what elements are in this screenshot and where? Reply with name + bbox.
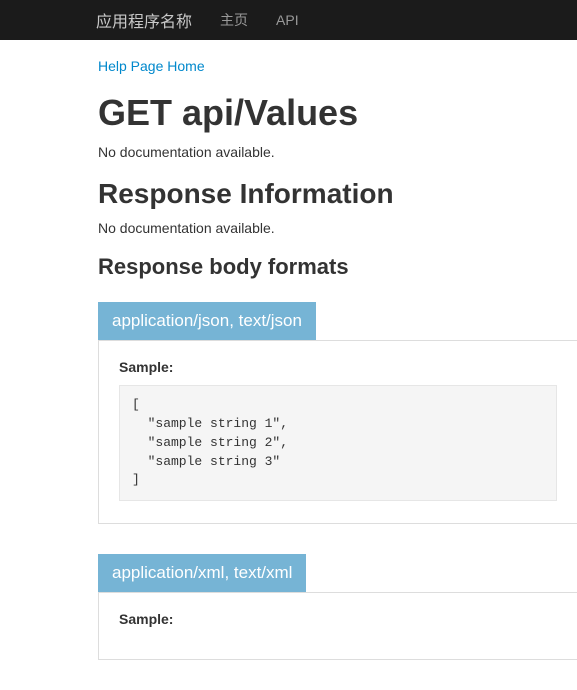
format-block-xml: application/xml, text/xml Sample:: [98, 554, 577, 660]
response-info-heading: Response Information: [98, 178, 577, 210]
format-body-json: Sample: [ "sample string 1", "sample str…: [98, 340, 577, 524]
page-title: GET api/Values: [98, 92, 577, 134]
sample-label: Sample:: [119, 611, 557, 627]
format-block-json: application/json, text/json Sample: [ "s…: [98, 302, 577, 524]
sample-label: Sample:: [119, 359, 557, 375]
breadcrumb-home-link[interactable]: Help Page Home: [98, 58, 205, 74]
page-description: No documentation available.: [98, 144, 577, 160]
body-formats-heading: Response body formats: [98, 254, 577, 280]
content: Help Page Home GET api/Values No documen…: [0, 40, 577, 660]
navbar-link-api[interactable]: API: [276, 12, 299, 28]
navbar-brand[interactable]: 应用程序名称: [96, 8, 192, 32]
code-sample-json: [ "sample string 1", "sample string 2", …: [119, 385, 557, 501]
format-body-xml: Sample:: [98, 592, 577, 660]
navbar: 应用程序名称 主页 API: [0, 0, 577, 40]
navbar-link-home[interactable]: 主页: [220, 10, 248, 30]
format-header-json: application/json, text/json: [98, 302, 316, 340]
format-header-xml: application/xml, text/xml: [98, 554, 306, 592]
response-info-desc: No documentation available.: [98, 220, 577, 236]
